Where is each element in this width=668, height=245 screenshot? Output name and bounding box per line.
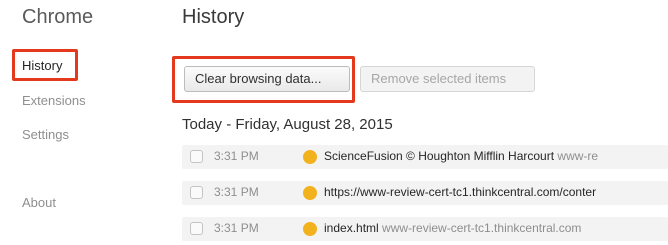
orange-circle-icon xyxy=(303,222,317,236)
sidebar-item-extensions[interactable]: Extensions xyxy=(22,93,86,108)
row-checkbox[interactable] xyxy=(190,186,203,199)
history-row[interactable]: 3:31 PM index.html www-review-cert-tc1.t… xyxy=(182,217,668,241)
history-row[interactable]: 3:31 PM https://www-review-cert-tc1.thin… xyxy=(182,181,668,205)
sidebar-item-history[interactable]: History xyxy=(22,58,62,73)
clear-browsing-data-button[interactable]: Clear browsing data... xyxy=(184,66,350,92)
row-domain: www-re xyxy=(557,149,599,163)
row-checkbox[interactable] xyxy=(190,150,203,163)
row-title-link[interactable]: https://www-review-cert-tc1.thinkcentral… xyxy=(324,185,596,199)
page-title: History xyxy=(182,6,245,28)
app-title: Chrome xyxy=(22,6,94,28)
row-title-link[interactable]: ScienceFusion © Houghton Mifflin Harcour… xyxy=(324,149,554,163)
date-heading: Today - Friday, August 28, 2015 xyxy=(182,116,393,133)
row-checkbox[interactable] xyxy=(190,222,203,235)
row-entry[interactable]: ScienceFusion © Houghton Mifflin Harcour… xyxy=(324,149,598,163)
orange-circle-icon xyxy=(303,150,317,164)
row-entry[interactable]: https://www-review-cert-tc1.thinkcentral… xyxy=(324,185,596,199)
orange-circle-icon xyxy=(303,186,317,200)
remove-selected-items-button[interactable]: Remove selected items xyxy=(360,66,535,92)
row-domain: www-review-cert-tc1.thinkcentral.com xyxy=(382,221,582,235)
row-entry[interactable]: index.html www-review-cert-tc1.thinkcent… xyxy=(324,221,581,235)
row-title-link[interactable]: index.html xyxy=(324,221,379,235)
history-row[interactable]: 3:31 PM ScienceFusion © Houghton Mifflin… xyxy=(182,145,668,169)
row-time: 3:31 PM xyxy=(214,185,259,199)
sidebar-item-about[interactable]: About xyxy=(22,195,56,210)
row-time: 3:31 PM xyxy=(214,221,259,235)
sidebar-item-settings[interactable]: Settings xyxy=(22,127,69,142)
row-time: 3:31 PM xyxy=(214,149,259,163)
